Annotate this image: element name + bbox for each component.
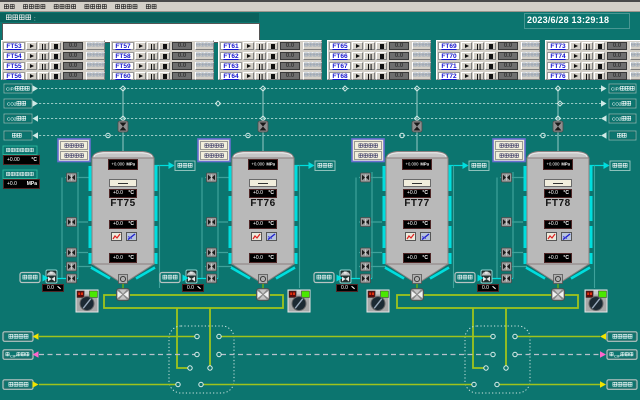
- svg-text:CO2: CO2: [7, 102, 17, 107]
- svg-text:CIP: CIP: [10, 354, 17, 359]
- svg-text:CO2: CO2: [612, 117, 622, 122]
- svg-text:CIP/: CIP/: [611, 87, 621, 92]
- svg-text:CO2: CO2: [612, 102, 622, 107]
- svg-text::: :: [34, 17, 36, 23]
- svg-text:CIP/: CIP/: [6, 87, 16, 92]
- svg-text:CO2: CO2: [7, 117, 17, 122]
- svg-text:CIP: CIP: [614, 354, 621, 359]
